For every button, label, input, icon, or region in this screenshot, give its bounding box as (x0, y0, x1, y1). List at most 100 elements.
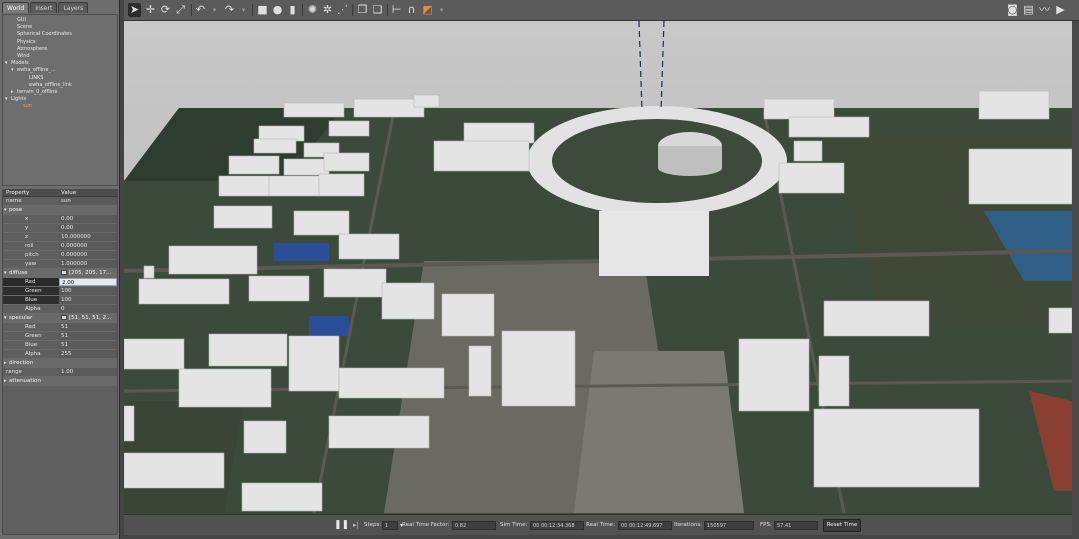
property-value[interactable]: 51 (59, 323, 117, 331)
property-row[interactable]: Red 51 (3, 323, 117, 332)
building[interactable] (208, 333, 288, 367)
building[interactable] (353, 98, 425, 118)
building[interactable] (763, 98, 835, 120)
point-light-icon[interactable]: ✺ (306, 3, 319, 17)
tab-insert[interactable]: Insert (30, 2, 58, 13)
property-row[interactable]: ▾ diffuse [205, 205, 17... (3, 269, 117, 278)
building[interactable] (501, 330, 576, 407)
property-row[interactable]: x 0.00 (3, 215, 117, 224)
tree-item[interactable]: ▸ terrain_0_offline (5, 89, 117, 96)
building[interactable] (823, 300, 930, 337)
building[interactable] (818, 355, 850, 407)
tab-world[interactable]: World (2, 2, 30, 13)
building[interactable] (124, 405, 135, 442)
translate-icon[interactable]: ✛ (144, 3, 157, 17)
building[interactable] (463, 122, 535, 144)
property-value[interactable]: 51 (59, 341, 117, 349)
property-row[interactable]: Blue 100 (3, 296, 117, 305)
building[interactable] (143, 265, 155, 279)
property-value[interactable]: 2.00 (59, 278, 117, 286)
tab-layers[interactable]: Layers (58, 2, 89, 13)
property-value[interactable]: 1.000000 (59, 260, 117, 268)
building[interactable] (288, 335, 340, 392)
building[interactable] (968, 148, 1072, 205)
building[interactable] (293, 210, 350, 236)
building[interactable] (268, 175, 320, 197)
property-value[interactable]: sun (59, 197, 117, 205)
property-row[interactable]: Green 100 (3, 287, 117, 296)
copy-icon[interactable]: ❐ (356, 3, 369, 17)
property-row[interactable]: z 10.000000 (3, 233, 117, 242)
building[interactable] (1048, 307, 1072, 334)
property-row[interactable]: Blue 51 (3, 341, 117, 350)
steps-input[interactable]: 1 (382, 521, 398, 530)
building[interactable] (413, 94, 440, 108)
property-row[interactable]: y 0.00 (3, 224, 117, 233)
building[interactable] (778, 162, 845, 194)
building[interactable] (813, 408, 980, 488)
tree-item[interactable]: LINKS (5, 75, 117, 82)
tree-item[interactable]: Scene (5, 24, 117, 31)
property-value[interactable]: 100 (59, 287, 117, 295)
building[interactable] (228, 155, 280, 175)
log-icon[interactable]: ▤ (1022, 3, 1035, 17)
tree-item[interactable]: Wind (5, 53, 117, 60)
property-row[interactable]: Alpha 0 (3, 305, 117, 314)
property-row[interactable]: ▾ pose (3, 206, 117, 215)
redo-icon[interactable]: ↷ (223, 3, 236, 17)
building[interactable] (433, 140, 530, 172)
scale-icon[interactable]: ⤢ (174, 3, 187, 17)
pause-icon[interactable]: ❚❚ (334, 520, 349, 530)
redo-dropdown-icon[interactable]: ▾ (237, 3, 250, 17)
reset-time-button[interactable]: Reset Time (823, 519, 861, 532)
building[interactable] (381, 282, 435, 320)
building[interactable] (248, 275, 310, 302)
property-value[interactable]: 51 (59, 332, 117, 340)
paste-icon[interactable]: ❏ (371, 3, 384, 17)
tree-item[interactable]: ewha_offline_link (5, 82, 117, 89)
property-value[interactable]: 0.000000 (59, 242, 117, 250)
building[interactable] (218, 175, 270, 197)
property-value[interactable]: 10.000000 (59, 233, 117, 241)
building[interactable] (213, 205, 273, 229)
tree-item[interactable]: sun (5, 103, 117, 110)
directional-light-icon[interactable]: ⋰ (336, 3, 349, 17)
property-row[interactable]: ▸ direction (3, 359, 117, 368)
rotate-icon[interactable]: ⟳ (159, 3, 172, 17)
building[interactable] (283, 158, 330, 176)
tree-item[interactable]: ▾ ewha_offline_... (5, 67, 117, 74)
box-icon[interactable]: ■ (256, 3, 269, 17)
building[interactable] (738, 338, 810, 412)
property-value[interactable]: [205, 205, 17... (59, 269, 117, 277)
undo-icon[interactable]: ↶ (194, 3, 207, 17)
color-swatch[interactable] (61, 270, 67, 275)
tree-item[interactable]: Spherical Coordinates (5, 31, 117, 38)
snap-icon[interactable]: ∩ (405, 3, 418, 17)
main-hall[interactable] (599, 211, 709, 276)
property-row[interactable]: roll 0.000000 (3, 242, 117, 251)
building[interactable] (323, 152, 370, 172)
building[interactable] (178, 368, 272, 408)
property-row[interactable]: Red 2.00 (3, 278, 117, 287)
property-value[interactable]: 0.000000 (59, 251, 117, 259)
tree-item[interactable]: Physics (5, 39, 117, 46)
building[interactable] (978, 90, 1050, 120)
align-icon[interactable]: ⊢ (390, 3, 403, 17)
3d-viewport[interactable] (124, 21, 1072, 513)
building[interactable] (323, 268, 387, 298)
property-value[interactable]: 255 (59, 350, 117, 358)
property-value[interactable]: 0 (59, 305, 117, 313)
change-view-icon[interactable]: ◩ (421, 3, 434, 17)
building[interactable] (468, 345, 492, 397)
building[interactable] (138, 278, 230, 305)
property-row[interactable]: yaw 1.000000 (3, 260, 117, 269)
sphere-icon[interactable]: ● (271, 3, 284, 17)
building[interactable] (793, 140, 823, 162)
building[interactable] (318, 173, 365, 197)
video-icon[interactable]: ▶ (1054, 3, 1067, 17)
screenshot-icon[interactable]: ◙ (1006, 3, 1019, 17)
building[interactable] (328, 120, 370, 137)
tree-item[interactable]: Atmosphere (5, 46, 117, 53)
property-value[interactable]: 0.00 (59, 215, 117, 223)
scene-render[interactable] (124, 21, 1072, 513)
